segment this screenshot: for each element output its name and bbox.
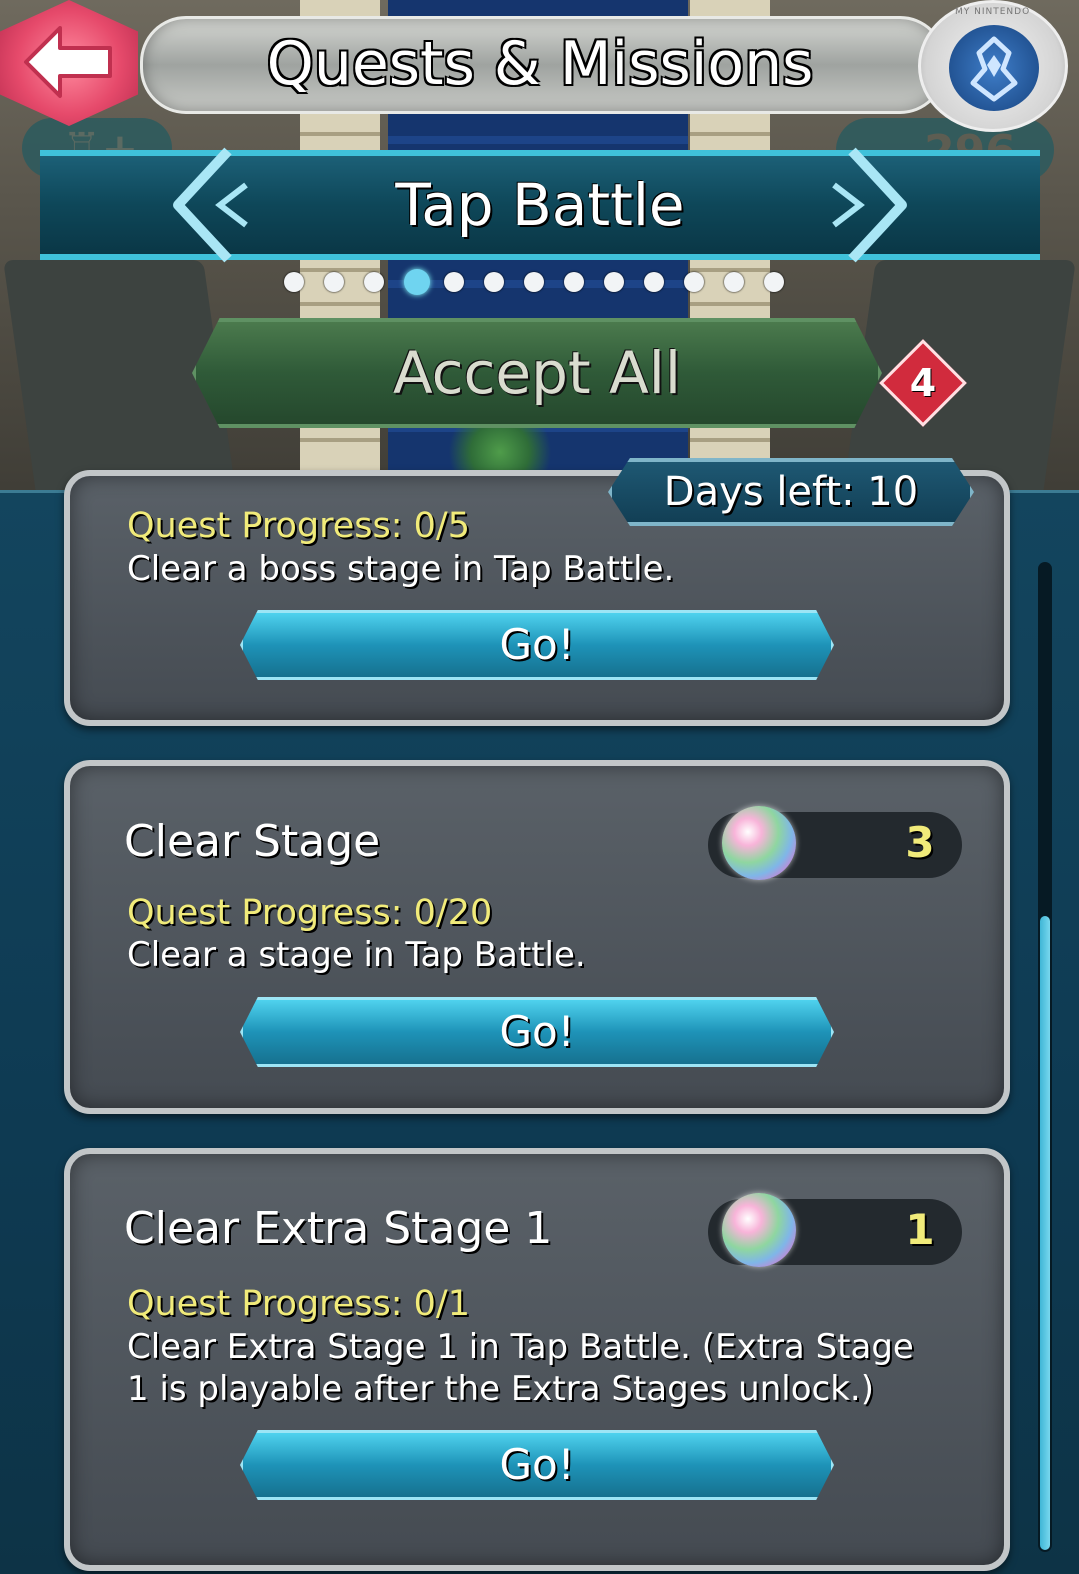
page-dot — [724, 272, 744, 292]
quest-progress: Quest Progress: 0/5 — [127, 506, 470, 546]
reward-count: 1 — [905, 1205, 935, 1254]
next-tab-button[interactable] — [812, 145, 912, 265]
page-dot — [524, 272, 544, 292]
quest-title: Clear Stage — [124, 816, 381, 867]
orb-icon — [722, 1193, 796, 1267]
my-nintendo-badge[interactable]: MY NINTENDO — [918, 0, 1068, 132]
reward-count: 3 — [905, 818, 935, 867]
quest-title: Clear Extra Stage 1 — [124, 1203, 553, 1254]
quest-description: Clear a stage in Tap Battle. — [127, 935, 586, 975]
quest-progress: Quest Progress: 0/1 — [127, 1284, 470, 1324]
page-dot — [404, 269, 430, 295]
accept-all-badge-count: 4 — [909, 361, 937, 405]
page-dot — [324, 272, 344, 292]
page-dot — [364, 272, 384, 292]
arrow-left-icon — [24, 26, 112, 98]
scrollbar-thumb[interactable] — [1040, 916, 1050, 1550]
page-dot — [604, 272, 624, 292]
accept-all-label: Accept All — [392, 339, 682, 407]
quest-progress: Quest Progress: 0/20 — [127, 893, 493, 933]
chevron-right-icon — [832, 147, 907, 263]
page-dot — [764, 272, 784, 292]
page-dot — [644, 272, 664, 292]
page-dot — [564, 272, 584, 292]
go-button-label: Go! — [499, 1007, 575, 1056]
go-button-label: Go! — [499, 1440, 575, 1489]
days-left: Days left: 10 — [663, 469, 919, 515]
orb-icon — [722, 806, 796, 880]
page-title: Quests & Missions — [266, 29, 814, 99]
page-dot — [484, 272, 504, 292]
page-dot — [444, 272, 464, 292]
page-dot — [284, 272, 304, 292]
my-nintendo-label: MY NINTENDO — [955, 7, 1031, 17]
go-button-label: Go! — [499, 620, 575, 669]
page-indicator — [284, 266, 804, 296]
quest-description: Clear Extra Stage 1 in Tap Battle. (Extr… — [127, 1327, 914, 1367]
page-dot — [684, 272, 704, 292]
tab-title: Tap Battle — [395, 171, 685, 239]
quest-description: 1 is playable after the Extra Stages unl… — [127, 1369, 874, 1409]
quest-description: Clear a boss stage in Tap Battle. — [127, 549, 675, 589]
my-nintendo-emblem-icon — [949, 25, 1039, 111]
